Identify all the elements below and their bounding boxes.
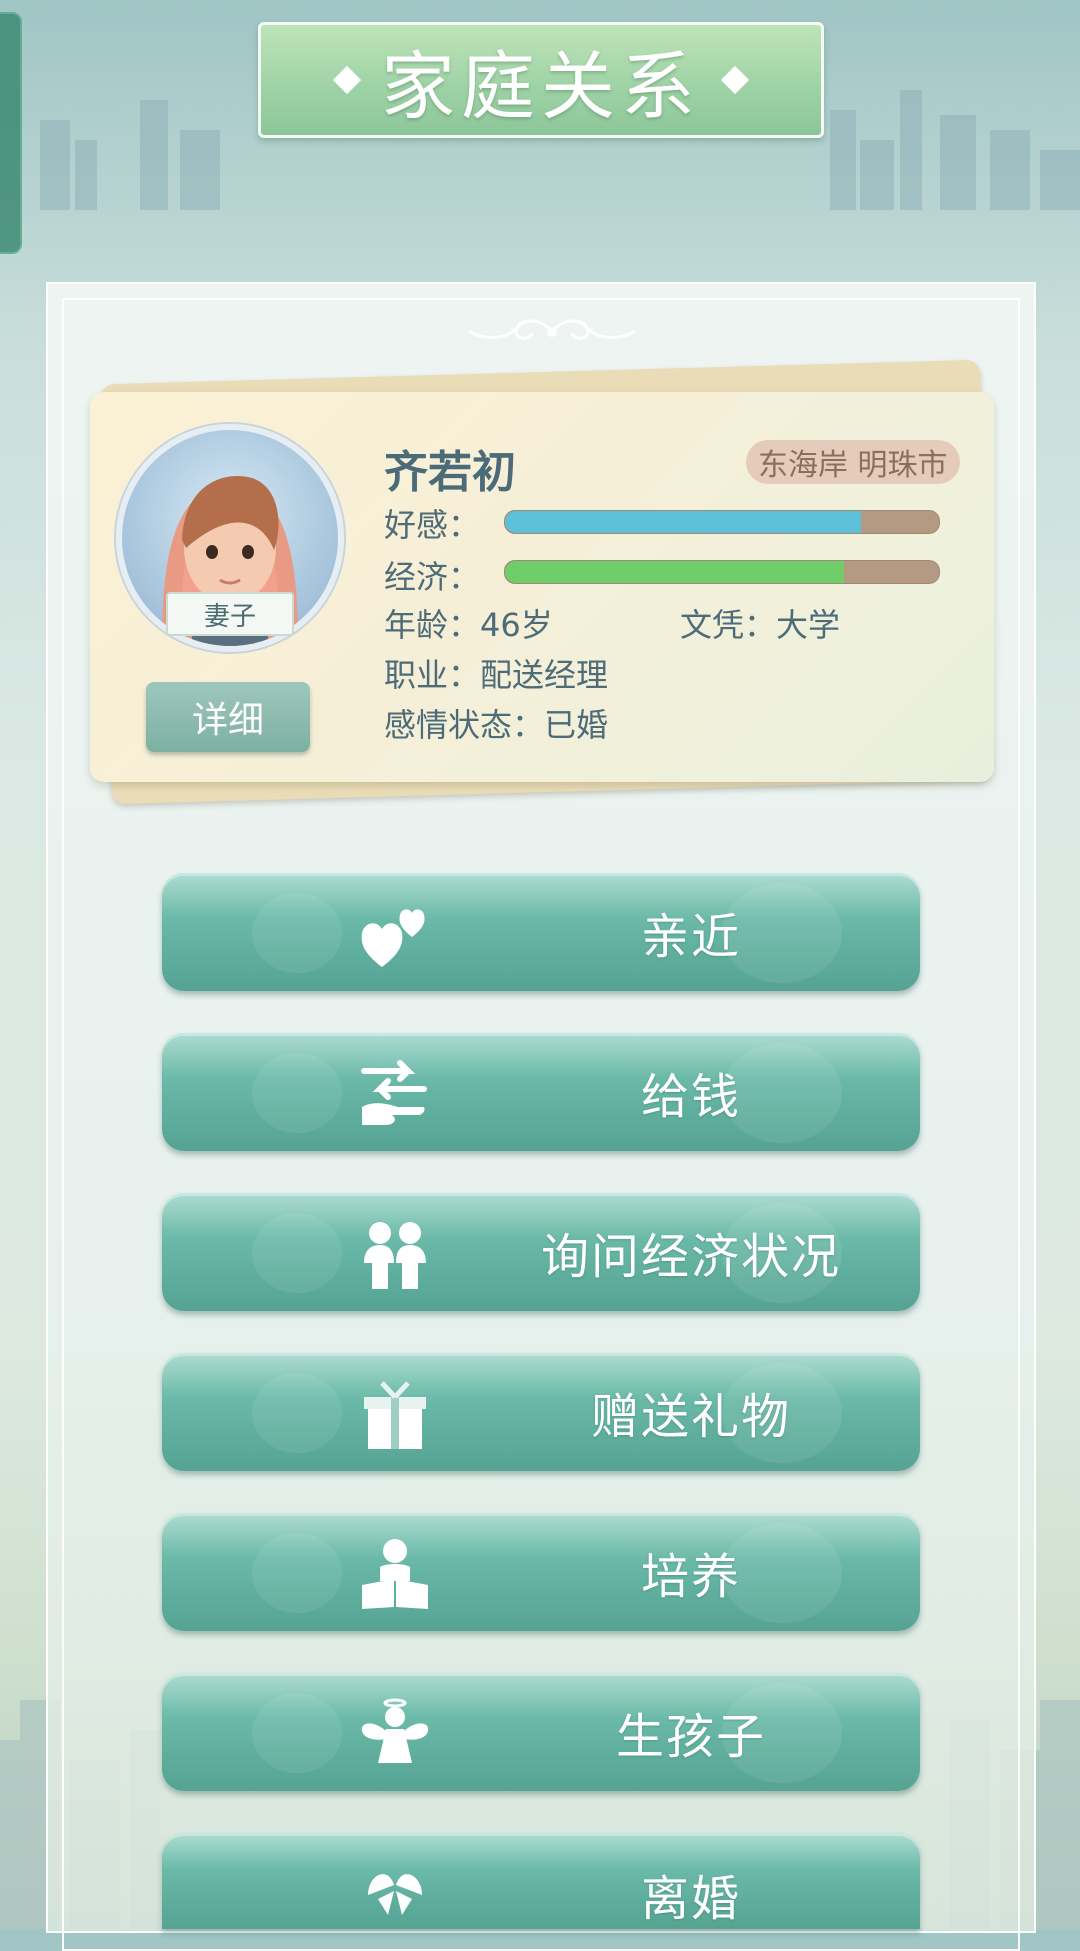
action-button-ask-finance[interactable]: 询问经济状况 — [162, 1193, 920, 1311]
economy-bar-fill — [505, 561, 844, 583]
gift-icon — [364, 1381, 426, 1449]
character-name: 齐若初 — [384, 447, 516, 498]
action-button-gift[interactable]: 赠送礼物 — [162, 1353, 920, 1471]
location-badge: 东海岸 明珠市 — [746, 440, 960, 484]
page-title: 家庭关系 — [381, 43, 701, 130]
action-label: 生孩子 — [615, 1709, 766, 1765]
action-label: 离婚 — [640, 1871, 741, 1927]
education-text: 文凭：大学 — [680, 606, 841, 644]
broken-icon — [368, 1874, 422, 1915]
action-label: 培养 — [640, 1549, 741, 1605]
relationship-text: 感情状态：已婚 — [384, 706, 609, 744]
action-label: 询问经济状况 — [540, 1229, 841, 1285]
affection-bar — [504, 510, 940, 534]
age-text: 年龄：46岁 — [384, 606, 553, 644]
role-label: 妻子 — [166, 592, 294, 636]
diamond-left-icon — [332, 65, 362, 95]
action-button-give-money[interactable]: 给钱 — [162, 1033, 920, 1151]
reading-child-icon — [362, 1539, 428, 1609]
action-label: 亲近 — [640, 909, 741, 965]
hearts-icon — [361, 909, 425, 967]
diamond-right-icon — [720, 65, 750, 95]
affection-bar-fill — [505, 511, 861, 533]
angel-icon — [361, 1698, 429, 1763]
action-button-divorce[interactable]: 离婚 — [162, 1833, 920, 1929]
two-people-icon — [364, 1222, 426, 1289]
detail-button[interactable]: 详细 — [146, 682, 310, 752]
ornament-icon — [468, 319, 636, 340]
action-label: 赠送礼物 — [590, 1389, 791, 1445]
economy-bar — [504, 560, 940, 584]
hand-transfer-icon — [361, 1060, 427, 1125]
affection-label: 好感： — [384, 506, 481, 544]
side-tab-handle[interactable] — [0, 12, 22, 254]
job-text: 职业：配送经理 — [384, 656, 609, 694]
economy-label: 经济： — [384, 558, 481, 596]
action-button-close[interactable]: 亲近 — [162, 873, 920, 991]
title-banner: 家庭关系 — [258, 22, 824, 138]
action-button-nurture[interactable]: 培养 — [162, 1513, 920, 1631]
action-button-have-child[interactable]: 生孩子 — [162, 1673, 920, 1791]
action-label: 给钱 — [640, 1069, 741, 1125]
